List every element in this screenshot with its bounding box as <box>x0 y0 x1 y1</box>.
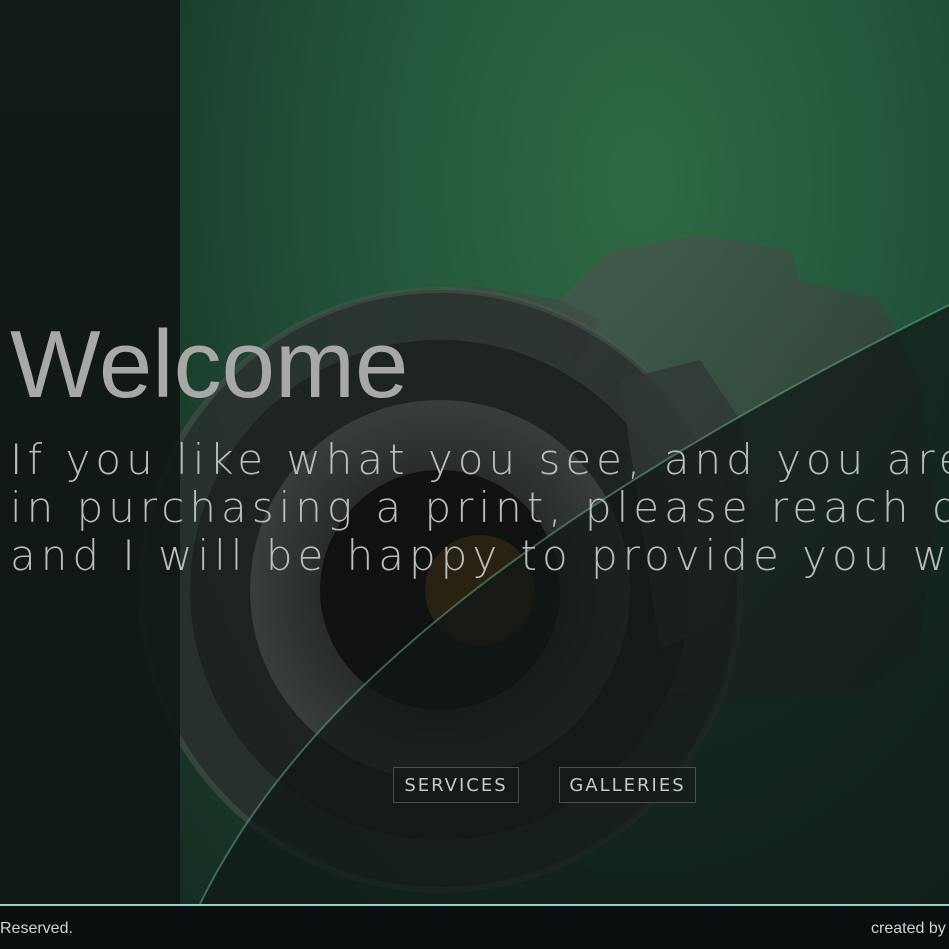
intro-line: If you like what you see, and you are in… <box>10 435 949 484</box>
hero-section: Welcome If you like what you see, and yo… <box>0 0 949 904</box>
intro-line: and I will be happy to provide you with … <box>10 531 949 580</box>
galleries-button[interactable]: GALLERIES <box>559 767 696 803</box>
footer: Reserved. created by <box>0 904 949 949</box>
intro-line: in purchasing a print, please reach out … <box>10 483 949 532</box>
page-title: Welcome <box>10 311 409 418</box>
credit-text: created by <box>871 920 946 937</box>
services-button[interactable]: SERVICES <box>393 767 519 803</box>
copyright-text: Reserved. <box>0 920 73 937</box>
intro-text: If you like what you see, and you are in… <box>10 436 949 580</box>
